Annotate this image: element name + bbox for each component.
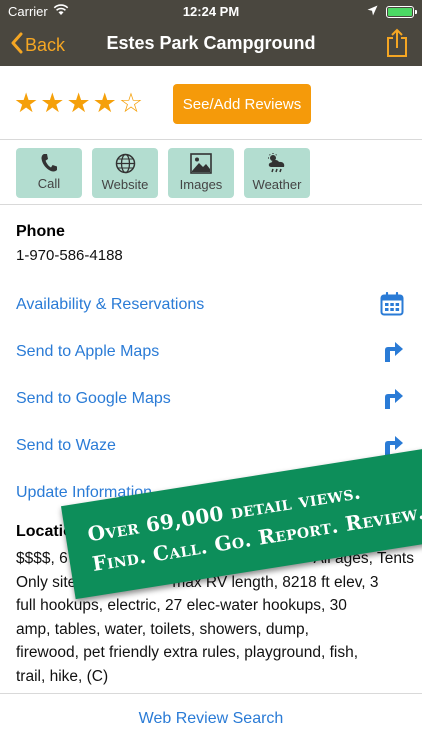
- nav-bar: Back Estes Park Campground: [0, 22, 422, 66]
- see-add-reviews-button[interactable]: See/Add Reviews: [173, 84, 311, 124]
- weather-icon: [265, 153, 289, 174]
- send-to-google-maps-link[interactable]: Send to Google Maps: [0, 384, 422, 416]
- page-title: Estes Park Campground: [106, 33, 316, 53]
- rating-row: ★ ★ ★ ★ ☆ See/Add Reviews: [0, 66, 422, 140]
- weather-button[interactable]: Weather: [244, 148, 310, 198]
- image-icon: [190, 153, 212, 174]
- call-label: Call: [37, 176, 61, 191]
- directions-arrow-icon: [382, 386, 404, 415]
- share-button[interactable]: [386, 28, 408, 63]
- status-right: [367, 4, 417, 19]
- call-button[interactable]: Call: [16, 148, 82, 198]
- website-label: Website: [101, 177, 149, 192]
- status-bar: Carrier 12:24 PM: [0, 0, 422, 22]
- availability-label: Availability & Reservations: [16, 296, 205, 313]
- google-maps-label: Send to Google Maps: [16, 390, 171, 407]
- star-filled-icon: ★: [66, 88, 91, 118]
- bottom-divider: [0, 693, 422, 694]
- directions-arrow-icon: [382, 339, 404, 368]
- location-line-5: firewood, pet friendly extra rules, play…: [16, 644, 359, 661]
- location-arrow-icon: [367, 4, 378, 19]
- action-buttons: Call Website Images Weather: [0, 140, 422, 205]
- status-time: 12:24 PM: [182, 4, 240, 19]
- location-line-6: trail, hike, (C): [16, 667, 109, 685]
- phone-icon: [40, 153, 58, 173]
- send-to-apple-maps-link[interactable]: Send to Apple Maps: [0, 337, 422, 369]
- star-filled-icon: ★: [14, 88, 39, 118]
- star-rating: ★ ★ ★ ★ ☆: [14, 89, 143, 117]
- web-review-search-link[interactable]: Web Review Search: [0, 710, 422, 728]
- availability-reservations-link[interactable]: Availability & Reservations: [0, 290, 422, 322]
- location-line-1-left: $$$$, 6: [16, 550, 68, 567]
- share-icon: [386, 28, 408, 62]
- location-line-4: amp, tables, water, toilets, showers, du…: [16, 620, 309, 638]
- weather-label: Weather: [252, 177, 302, 192]
- calendar-icon: [380, 291, 404, 321]
- star-filled-icon: ★: [92, 88, 117, 118]
- phone-number[interactable]: 1-970-586-4188: [16, 247, 123, 264]
- website-button[interactable]: Website: [92, 148, 158, 198]
- star-empty-icon: ☆: [118, 88, 144, 118]
- battery-icon: [386, 5, 417, 18]
- apple-maps-label: Send to Apple Maps: [16, 343, 160, 360]
- phone-heading: Phone: [16, 223, 65, 240]
- images-label: Images: [179, 177, 223, 192]
- top-bar: Carrier 12:24 PM Back Estes Park Campgro…: [0, 0, 422, 66]
- images-button[interactable]: Images: [168, 148, 234, 198]
- star-filled-icon: ★: [40, 88, 65, 118]
- waze-label: Send to Waze: [16, 437, 116, 454]
- globe-icon: [115, 153, 136, 174]
